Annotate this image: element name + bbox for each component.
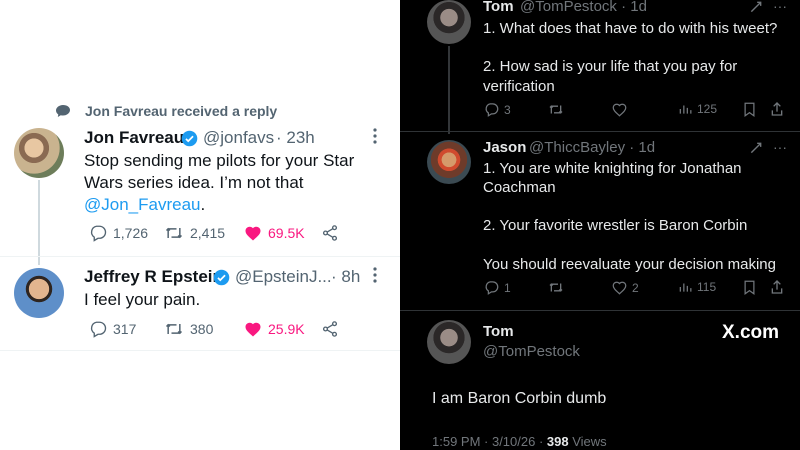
verified-badge-icon [213, 269, 230, 286]
reply-icon [485, 281, 499, 295]
reply-icon [90, 321, 107, 338]
avatar-tom[interactable] [427, 320, 471, 364]
reply-text-line: 2. How sad is your life that you pay for [483, 58, 738, 75]
more-options-icon[interactable] [372, 127, 378, 145]
like-count: 69.5K [268, 225, 305, 241]
share-icon[interactable] [321, 224, 339, 242]
like-count: 2 [632, 280, 639, 295]
retweet-count: 380 [190, 321, 214, 337]
author-handle[interactable]: @ThiccBayley · 1d [529, 139, 655, 156]
retweet-button[interactable]: 380 [164, 320, 213, 338]
left-tweet-panel: Jon Favreau received a reply Jon Favreau… [0, 0, 400, 450]
reply-text-line: Coachman [483, 179, 556, 196]
like-button[interactable]: 69.5K [244, 224, 305, 242]
retweet-icon [165, 323, 183, 335]
retweet-icon [165, 227, 183, 239]
heart-icon [612, 281, 627, 295]
reply-text-line: 1. What does that have to do with his tw… [483, 20, 778, 37]
avatar-tom[interactable] [427, 0, 471, 44]
avatar-jeffrey-r-epstein[interactable] [14, 268, 64, 318]
reply-notification-header: Jon Favreau received a reply [85, 103, 278, 119]
avatar-jason[interactable] [427, 140, 471, 184]
thread-line [38, 180, 40, 265]
author-name[interactable]: Tom [483, 323, 514, 340]
reply-count: 1 [504, 280, 511, 295]
reply-button[interactable]: 1,726 [89, 224, 148, 242]
reply-button[interactable]: 317 [89, 320, 136, 338]
like-button[interactable]: 25.9K [244, 320, 305, 338]
reply-text-line: 1. You are white knighting for Jonathan [483, 160, 742, 177]
retweet-button[interactable]: 2,415 [164, 224, 225, 242]
views-label: Views [572, 434, 607, 449]
reply-button[interactable]: 3 [484, 102, 511, 117]
mention-link[interactable]: @Jon_Favreau [84, 195, 201, 214]
views-count-button[interactable]: 115 [678, 280, 716, 294]
analytics-bars-icon [679, 283, 692, 292]
share-icon[interactable] [321, 320, 339, 338]
views-count: 398 [546, 434, 569, 449]
more-options-icon[interactable] [372, 266, 378, 284]
tweet-time: · 23h [276, 128, 315, 147]
more-options-icon[interactable]: ··· [773, 139, 787, 155]
reply-divider [400, 131, 800, 132]
tweet-meta: 1:59 PM · 3/10/26 · 398 Views [432, 434, 607, 449]
share-icon[interactable] [770, 279, 784, 295]
tweet-divider [0, 256, 400, 257]
tweet-text-line: @Jon_Favreau. [84, 195, 206, 214]
views-count: 115 [697, 280, 717, 294]
like-button[interactable]: 2 [612, 280, 639, 295]
author-name[interactable]: Jon Favreau [84, 128, 184, 148]
tweet-divider [0, 350, 400, 351]
reply-icon [90, 225, 107, 242]
author-handle[interactable]: @EpsteinJ... [235, 267, 332, 287]
more-options-icon[interactable]: ··· [773, 0, 787, 14]
reply-text-line: 2. Your favorite wrestler is Baron Corbi… [483, 217, 748, 234]
bookmark-icon[interactable] [743, 102, 756, 117]
author-name[interactable]: Jason [483, 139, 526, 156]
tweet-text-line: Stop sending me pilots for your Star [84, 151, 355, 170]
author-name[interactable]: Tom [483, 0, 514, 15]
bookmark-icon[interactable] [743, 280, 756, 295]
reply-count: 1,726 [113, 225, 149, 241]
reply-text-line: You should reevaluate your decision maki… [483, 256, 776, 273]
avatar-jon-favreau[interactable] [14, 128, 64, 178]
heart-filled-icon [245, 226, 261, 241]
reply-button[interactable]: 1 [484, 280, 511, 295]
verified-badge-icon [181, 130, 198, 147]
share-icon[interactable] [770, 101, 784, 117]
author-handle[interactable]: @TomPestock [483, 343, 580, 360]
grok-icon[interactable] [749, 141, 763, 155]
tweet-timestamp: 1:59 PM · 3/10/26 · [432, 434, 544, 449]
retweet-count: 2,415 [190, 225, 226, 241]
reply-text: I am Baron Corbin dumb [432, 390, 607, 407]
retweet-icon[interactable] [548, 280, 564, 295]
tweet-text: I feel your pain. [84, 290, 201, 309]
author-handle[interactable]: @jonfavs [203, 128, 274, 148]
thread-line [448, 46, 450, 134]
reply-icon [485, 103, 499, 117]
views-count-button[interactable]: 125 [678, 102, 717, 116]
reply-bubble-icon [56, 105, 70, 117]
retweet-icon[interactable] [548, 102, 564, 117]
author-name[interactable]: Jeffrey R Epstein [84, 267, 223, 287]
x-com-watermark: X.com [722, 322, 780, 343]
reply-count: 3 [504, 102, 511, 117]
grok-icon[interactable] [749, 0, 763, 14]
heart-filled-icon [245, 322, 261, 337]
tweet-text-line: Wars series idea. I’m not that [84, 173, 304, 192]
reply-divider [400, 310, 800, 311]
tweet-time: · 8h [331, 267, 361, 286]
heart-icon[interactable] [612, 102, 627, 117]
like-count: 25.9K [268, 321, 305, 337]
author-handle[interactable]: @TomPestock · 1d [520, 0, 647, 15]
reply-count: 317 [113, 321, 137, 337]
analytics-bars-icon [679, 105, 692, 114]
views-count: 125 [697, 102, 718, 116]
reply-text-line: verification [483, 78, 555, 95]
